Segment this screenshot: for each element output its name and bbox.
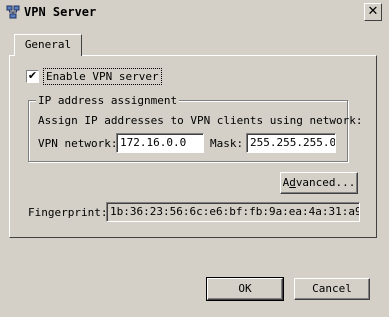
fingerprint-label: Fingerprint: (28, 206, 108, 219)
advanced-label-accesskey: d (289, 176, 296, 189)
vpn-network-input[interactable]: 172.16.0.0 (116, 133, 204, 153)
network-icon (6, 5, 20, 19)
checkmark-icon: ✔ (27, 69, 38, 82)
enable-vpn-checkbox[interactable]: ✔ (26, 70, 39, 83)
cancel-button[interactable]: Cancel (294, 278, 370, 300)
window-title: VPN Server (24, 5, 97, 19)
fingerprint-value: 1b:36:23:56:6c:e6:bf:fb:9a:ea:4a:31:a9:a… (110, 205, 360, 218)
mask-value: 255.255.255.0 (250, 136, 336, 149)
advanced-label-suffix: vanced... (295, 176, 356, 189)
ok-button[interactable]: OK (206, 277, 284, 301)
mask-label: Mask: (210, 137, 244, 150)
enable-vpn-label[interactable]: Enable VPN server (43, 68, 162, 85)
ip-assignment-description: Assign IP addresses to VPN clients using… (38, 114, 363, 127)
close-button[interactable]: ✕ (364, 3, 382, 21)
title-bar[interactable]: VPN Server ✕ (0, 0, 389, 24)
fingerprint-field[interactable]: 1b:36:23:56:6c:e6:bf:fb:9a:ea:4a:31:a9:a… (106, 202, 360, 222)
ok-label: OK (238, 282, 252, 295)
ip-assignment-group-title: IP address assignment (36, 94, 180, 107)
vpn-network-value: 172.16.0.0 (120, 136, 187, 149)
tab-general[interactable]: General (14, 34, 82, 56)
vpn-network-label: VPN network: (38, 137, 118, 150)
advanced-button[interactable]: Advanced... (280, 172, 358, 194)
mask-input[interactable]: 255.255.255.0 (246, 133, 336, 153)
tab-general-label: General (24, 38, 72, 51)
cancel-label: Cancel (312, 282, 352, 295)
vpn-server-dialog: VPN Server ✕ General ✔ Enable VPN server… (0, 0, 389, 317)
close-icon: ✕ (367, 4, 379, 19)
